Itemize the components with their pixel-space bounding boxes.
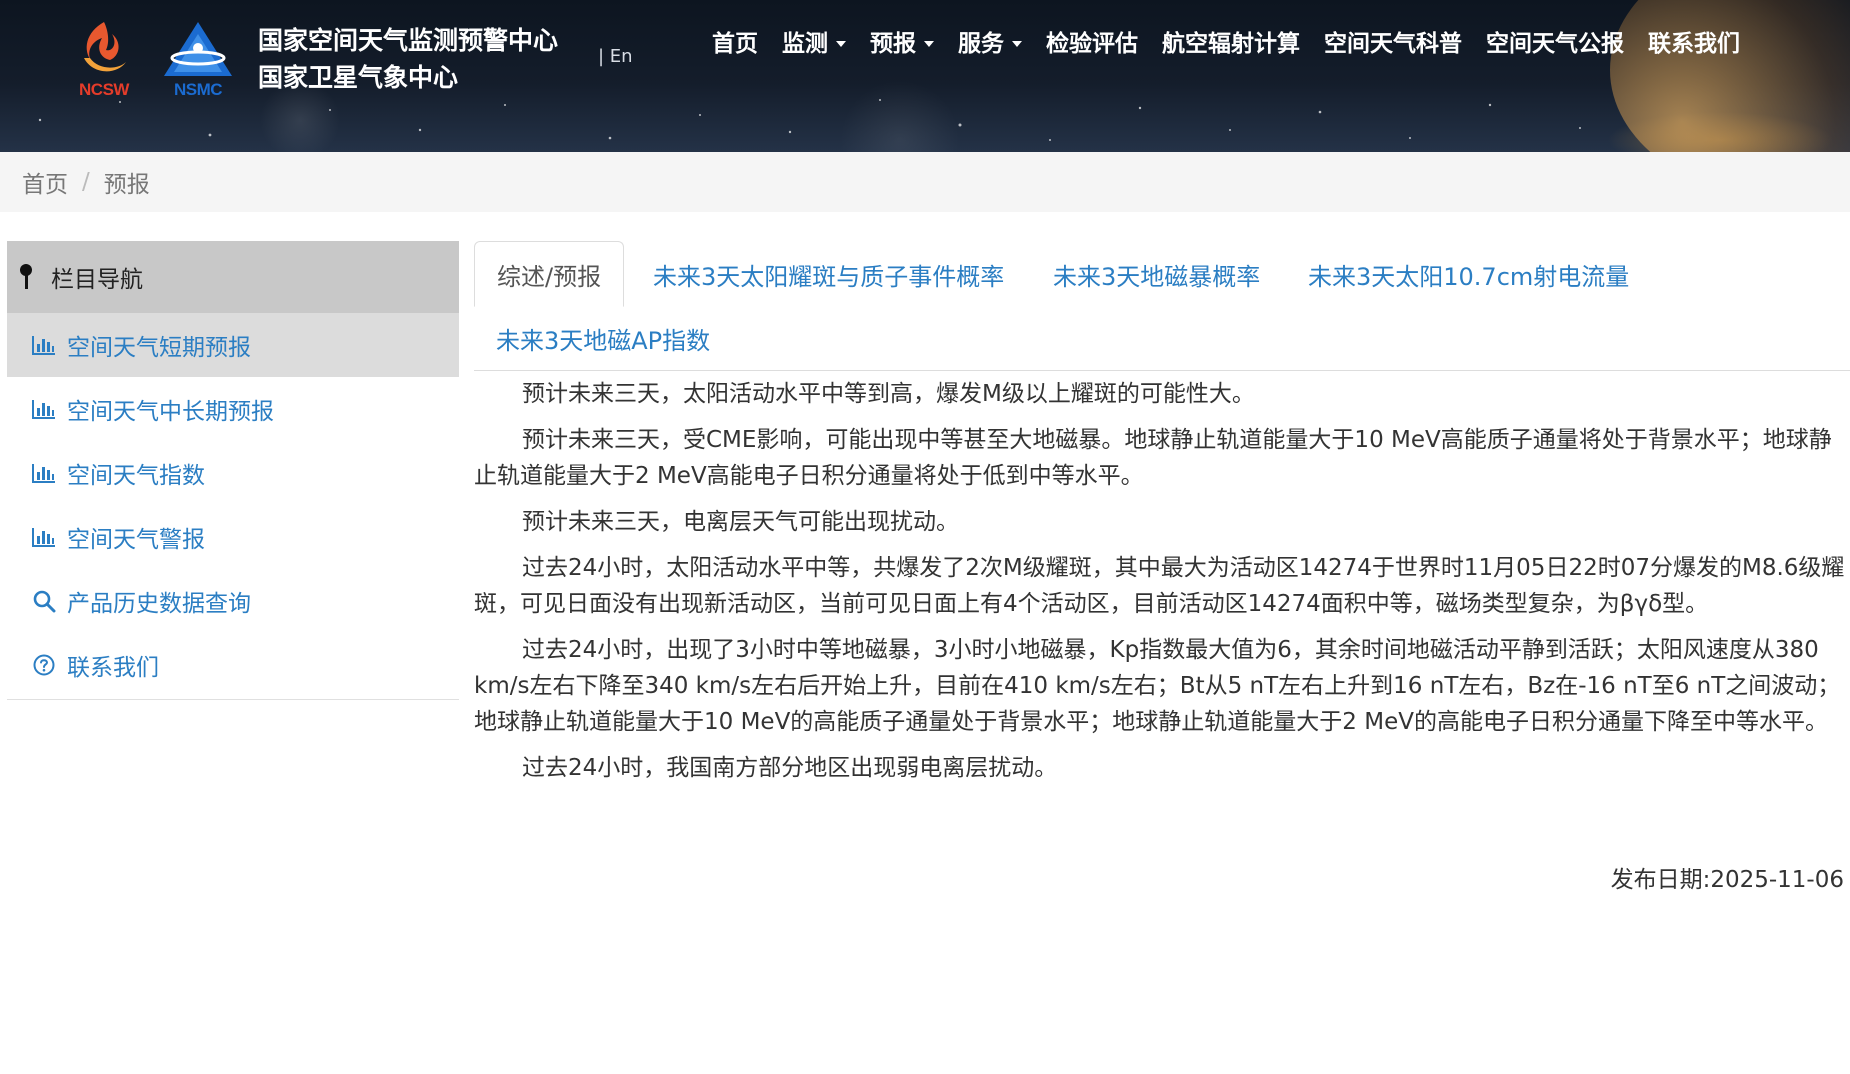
breadcrumb: 首页 / 预报	[0, 152, 1850, 212]
sidebar-item-contact[interactable]: 联系我们	[7, 633, 459, 697]
summary-paragraph: 过去24小时，我国南方部分地区出现弱电离层扰动。	[522, 755, 1058, 781]
forecast-tabs: 综述/预报 未来3天太阳耀斑与质子事件概率 未来3天地磁暴概率 未来3天太阳10…	[474, 241, 1850, 371]
planet-decoration	[1610, 0, 1850, 152]
sidebar-item-label: 联系我们	[67, 655, 159, 681]
breadcrumb-current: 预报	[103, 172, 150, 198]
sidebar-heading-label: 栏目导航	[51, 267, 143, 293]
pin-icon	[17, 264, 35, 290]
nav-item-label: 服务	[958, 31, 1004, 57]
tab-flare-proton-probability[interactable]: 未来3天太阳耀斑与质子事件概率	[653, 243, 1004, 306]
ncsw-logo-text: NCSW	[79, 80, 129, 99]
sidebar: 栏目导航 空间天气短期预报 空间天气中长期预报 空间天气指数 空间天气警报 产品…	[7, 241, 459, 700]
sidebar-heading: 栏目导航	[7, 241, 459, 313]
nav-item-science[interactable]: 空间天气科普	[1312, 26, 1474, 62]
bar-chart-icon	[31, 396, 57, 422]
site-title[interactable]: 国家空间天气监测预警中心 国家卫星气象中心	[258, 22, 558, 96]
nsmc-logo[interactable]: NSMC	[158, 18, 238, 100]
site-header: NCSW NSMC 国家空间天气监测预警中心 国家卫星气象中心 | En 首页 …	[0, 0, 1850, 152]
question-circle-icon	[31, 652, 57, 678]
nav-item-label: 空间天气公报	[1486, 31, 1624, 57]
nav-item-aviation-radiation[interactable]: 航空辐射计算	[1150, 26, 1312, 62]
nav-item-bulletin[interactable]: 空间天气公报	[1474, 26, 1636, 62]
tab-radio-flux[interactable]: 未来3天太阳10.7cm射电流量	[1308, 243, 1629, 306]
sidebar-item-long-term-forecast[interactable]: 空间天气中长期预报	[7, 377, 459, 441]
ncsw-logo[interactable]: NCSW	[64, 18, 144, 100]
forecast-paragraph: 预计未来三天，受CME影响，可能出现中等甚至大地磁暴。地球静止轨道能量大于10 …	[474, 427, 1832, 489]
publish-date: 发布日期:2025-11-06	[1610, 867, 1844, 893]
satellite-logo-icon	[164, 22, 232, 76]
bar-chart-icon	[31, 460, 57, 486]
nav-item-monitoring[interactable]: 监测	[770, 26, 858, 62]
sidebar-item-label: 空间天气指数	[67, 463, 205, 489]
breadcrumb-separator: /	[82, 169, 90, 195]
bar-chart-icon	[31, 332, 57, 358]
sidebar-item-label: 产品历史数据查询	[67, 591, 251, 617]
sidebar-item-label: 空间天气短期预报	[67, 335, 251, 361]
summary-paragraph: 过去24小时，太阳活动水平中等，共爆发了2次M级耀斑，其中最大为活动区14274…	[474, 555, 1845, 617]
language-switch-en[interactable]: | En	[598, 46, 633, 67]
forecast-paragraph: 预计未来三天，电离层天气可能出现扰动。	[522, 509, 959, 535]
nav-item-home[interactable]: 首页	[700, 26, 770, 62]
nsmc-logo-text: NSMC	[173, 80, 223, 99]
search-icon	[31, 588, 57, 614]
nav-item-label: 航空辐射计算	[1162, 31, 1300, 57]
starfield-decoration	[38, 99, 1581, 141]
sidebar-item-label: 空间天气中长期预报	[67, 399, 274, 425]
nav-item-evaluation[interactable]: 检验评估	[1034, 26, 1150, 62]
bar-chart-icon	[31, 524, 57, 550]
forecast-paragraph: 预计未来三天，太阳活动水平中等到高，爆发M级以上耀斑的可能性大。	[522, 381, 1255, 407]
tab-geomagnetic-storm-probability[interactable]: 未来3天地磁暴概率	[1053, 243, 1260, 306]
forecast-content: 预计未来三天，太阳活动水平中等到高，爆发M级以上耀斑的可能性大。 预计未来三天，…	[474, 371, 1846, 796]
site-title-line2: 国家卫星气象中心	[258, 63, 459, 92]
sidebar-item-short-term-forecast[interactable]: 空间天气短期预报	[7, 313, 459, 377]
sidebar-item-history-query[interactable]: 产品历史数据查询	[7, 569, 459, 633]
caret-down-icon	[1012, 41, 1022, 47]
sidebar-item-alerts[interactable]: 空间天气警报	[7, 505, 459, 569]
caret-down-icon	[836, 41, 846, 47]
nav-item-forecast[interactable]: 预报	[858, 26, 946, 62]
summary-paragraph: 过去24小时，出现了3小时中等地磁暴，3小时小地磁暴，Kp指数最大值为6，其余时…	[474, 637, 1841, 735]
nav-item-label: 监测	[782, 31, 828, 57]
caret-down-icon	[924, 41, 934, 47]
nav-item-label: 空间天气科普	[1324, 31, 1462, 57]
tab-ap-index[interactable]: 未来3天地磁AP指数	[496, 307, 710, 370]
nav-item-contact[interactable]: 联系我们	[1636, 26, 1752, 62]
site-title-line1: 国家空间天气监测预警中心	[258, 26, 559, 55]
main-nav: 首页 监测 预报 服务 检验评估 航空辐射计算 空间天气科普 空间天气公报 联系…	[700, 26, 1752, 62]
nav-item-label: 预报	[870, 31, 916, 57]
nav-item-services[interactable]: 服务	[946, 26, 1034, 62]
nav-item-label: 检验评估	[1046, 31, 1138, 57]
nav-item-label: 首页	[712, 31, 758, 57]
sidebar-item-label: 空间天气警报	[67, 527, 205, 553]
sidebar-item-index[interactable]: 空间天气指数	[7, 441, 459, 505]
breadcrumb-home-link[interactable]: 首页	[22, 165, 68, 199]
tab-overview[interactable]: 综述/预报	[474, 241, 625, 307]
flame-logo-icon	[84, 22, 126, 72]
nav-item-label: 联系我们	[1648, 31, 1740, 57]
